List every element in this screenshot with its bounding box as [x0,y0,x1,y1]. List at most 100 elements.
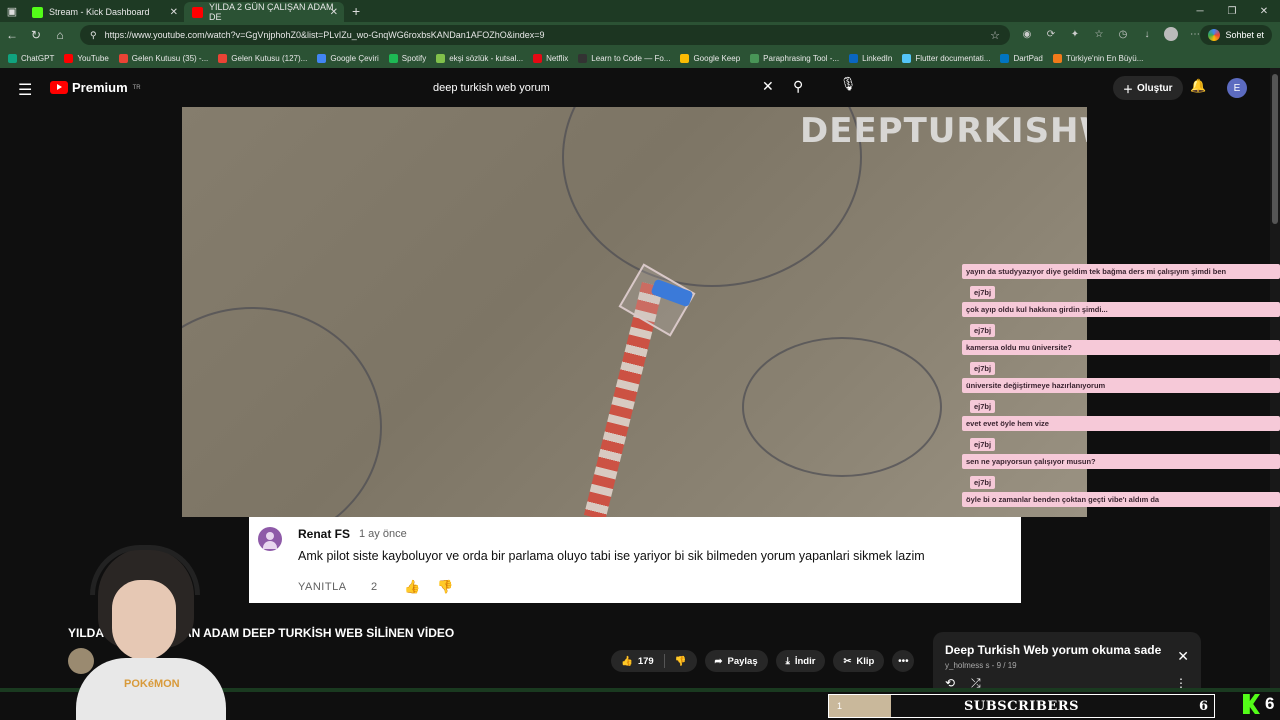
favorites-icon[interactable]: ☆ [1090,25,1108,43]
video-player[interactable]: DEEPTURKISHWEB [182,107,1087,517]
logo-text: Premium [72,80,128,95]
bookmark-favicon-icon [317,53,327,63]
restore-icon[interactable]: ❐ [1216,0,1248,22]
reload-icon[interactable]: ↻ [24,28,48,42]
back-icon[interactable]: ← [0,28,24,42]
youtube-logo[interactable]: Premium TR [50,80,141,95]
bookmark-item[interactable]: Learn to Code — Fo... [578,53,671,63]
microphone-icon[interactable]: 🎙 [838,76,858,98]
plus-icon: ＋ [1123,84,1133,96]
terrain-line [182,307,382,517]
reply-button[interactable]: YANITLA [298,581,347,593]
commenter-avatar[interactable] [258,527,282,551]
bookmark-label: Türkiye'nin En Büyü... [1065,53,1144,63]
comment-card: Renat FS 1 ay önce Amk pilot siste kaybo… [249,517,1021,603]
search-query: deep turkish web yorum [433,82,550,94]
download-button[interactable]: ⤓ İndir [775,650,826,672]
playlist-panel: Deep Turkish Web yorum okuma sade y_holm… [933,632,1201,692]
close-icon[interactable]: ✕ [1177,648,1189,665]
bookmark-item[interactable]: YouTube [64,53,109,63]
dislike-button[interactable]: 👎 [665,656,697,667]
avatar-initial: E [1233,82,1241,94]
clear-search-icon[interactable]: ✕ [762,78,774,95]
bookmark-item[interactable]: Netflix [533,53,569,63]
bookmark-item[interactable]: ChatGPT [8,53,54,63]
new-tab-button[interactable]: + [344,3,368,19]
extension-icon[interactable]: ◉ [1018,25,1036,43]
shirt-logo: POKéMON [124,678,180,690]
notifications-bell-icon[interactable]: 🔔 [1190,78,1206,94]
profile-avatar[interactable] [1162,25,1180,43]
tab-kick-dashboard[interactable]: Stream - Kick Dashboard ✕ [24,2,184,22]
bookmark-item[interactable]: Türkiye'nin En Büyü... [1052,53,1144,63]
tab-close-icon[interactable]: ✕ [330,7,338,18]
copilot-icon [1208,29,1221,41]
like-count: 179 [637,655,654,667]
scissors-icon: ✂ [843,655,852,667]
youtube-play-icon [50,81,68,94]
bookmark-item[interactable]: Google Keep [680,53,740,63]
hamburger-menu-icon[interactable]: ☰ [18,80,32,100]
bookmark-item[interactable]: Paraphrasing Tool -... [750,53,839,63]
bookmark-label: Learn to Code — Fo... [591,53,671,63]
bookmark-label: Spotify [401,53,427,63]
clip-button[interactable]: ✂ Klip [833,650,885,672]
bookmark-item[interactable]: ekşi sözlük - kutsal... [436,53,523,63]
extension-icon[interactable]: ✦ [1066,25,1084,43]
share-label: Paylaş [727,655,758,667]
bookmark-item[interactable]: DartPad [1000,53,1043,63]
home-icon[interactable]: ⌂ [48,28,72,42]
stream-chat-overlay: yayın da studyyazıyor diye geldim tek ba… [962,264,1280,510]
bookmark-item[interactable]: Google Çeviri [317,53,379,63]
comment-author[interactable]: Renat FS [298,527,350,541]
chat-username: ej7bj [970,286,996,299]
history-icon[interactable]: ◷ [1114,25,1132,43]
close-window-icon[interactable]: ✕ [1248,0,1280,22]
downloads-icon[interactable]: ↓ [1138,25,1156,43]
tab-menu-icon[interactable]: ▣ [0,0,24,22]
bookmark-favicon-icon [680,53,690,63]
bookmark-favicon-icon [849,53,859,63]
scrollbar-thumb[interactable] [1272,74,1278,224]
tab-title: YILDA 2 GÜN ÇALIŞAN ADAM DE [209,2,334,22]
address-bar[interactable]: ⚲ https://www.youtube.com/watch?v=GgVnjp… [80,25,1010,45]
extension-icon[interactable]: ⟳ [1042,25,1060,43]
chat-username: ej7bj [970,476,996,489]
playlist-title[interactable]: Deep Turkish Web yorum okuma sade [945,643,1161,657]
tab-youtube-video[interactable]: YILDA 2 GÜN ÇALIŞAN ADAM DE ✕ [184,2,344,22]
bookmark-item[interactable]: LinkedIn [849,53,892,63]
chat-button[interactable]: Sohbet et [1200,25,1272,45]
bookmark-star-icon[interactable]: ☆ [990,29,1000,42]
bookmark-item[interactable]: Spotify [388,53,427,63]
minimize-icon[interactable]: ─ [1184,0,1216,22]
download-label: İndir [794,655,816,667]
thumbs-up-icon: 👍 [621,655,633,667]
create-label: Oluştur [1137,82,1173,94]
terrain-line [742,337,942,477]
subscriber-goal-bar: 1 SUBSCRIBERS 6 [828,694,1215,718]
video-actions: 👍 179 👎 ➦ Paylaş ⤓ İndir ✂ Klip ••• [611,650,915,672]
subscribers-label: SUBSCRIBERS [964,698,1079,714]
bookmark-label: Netflix [546,53,569,63]
site-info-icon[interactable]: ⚲ [90,30,97,41]
thumbs-down-icon[interactable]: 👎 [437,579,453,595]
bookmark-favicon-icon [8,53,17,63]
chat-username: ej7bj [970,362,996,375]
like-button[interactable]: 👍 179 [611,656,664,667]
search-icon[interactable]: ⚲ [793,78,803,95]
share-button[interactable]: ➦ Paylaş [704,650,768,672]
clip-label: Klip [856,655,875,667]
more-actions-button[interactable]: ••• [892,650,915,672]
extension-icons: ◉ ⟳ ✦ ☆ ◷ ↓ ⋯ [1018,25,1204,43]
create-button[interactable]: ＋ Oluştur [1113,76,1183,100]
comment-text: Amk pilot siste kayboluyor ve orda bir p… [298,549,925,563]
bookmark-item[interactable]: Gelen Kutusu (35) -... [118,53,208,63]
bookmark-favicon-icon [1000,53,1010,63]
bookmark-item[interactable]: Gelen Kutusu (127)... [218,53,307,63]
bookmark-item[interactable]: Flutter documentati... [902,53,990,63]
tab-title: Stream - Kick Dashboard [49,7,150,17]
user-avatar[interactable]: E [1227,78,1247,98]
tab-close-icon[interactable]: ✕ [170,7,178,18]
thumbs-up-icon[interactable]: 👍 [404,579,420,595]
search-input[interactable]: deep turkish web yorum [425,76,790,100]
